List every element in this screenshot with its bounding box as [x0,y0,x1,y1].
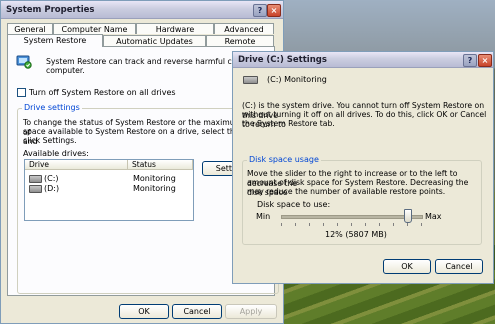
column-header-status[interactable]: Status [128,160,193,170]
tab-automatic-updates[interactable]: Automatic Updates [103,35,206,46]
tab-general[interactable]: General [7,23,53,34]
drive-icon [243,76,258,84]
drive-settings-dialog: Drive (C:) Settings ? × (C:) Monitoring … [232,51,494,284]
slider-tick [309,223,310,226]
max-label: Max [425,212,442,221]
drive-status: Monitoring [133,174,176,183]
drive-dialog-titlebar: Drive (C:) Settings ? × [233,52,493,68]
info-text-3: the System Restore tab. [242,119,335,128]
slider-value-label: 12% (5807 MB) [325,230,387,239]
drive-name: (D:) [44,184,60,193]
tab-advanced[interactable]: Advanced [214,23,274,34]
disk-space-label: Disk space to use: [257,200,331,209]
slider-track[interactable] [281,215,423,219]
slider-tick [407,223,408,226]
drives-list[interactable]: Drive Status (C:) Monitoring (D:) Monito… [24,159,194,221]
disk-space-usage-group: Disk space usage Move the slider to the … [242,155,482,245]
window-title: System Properties [6,5,95,15]
usage-text-3: may reduce the number of available resto… [247,187,446,196]
slider-tick [379,223,380,226]
cancel-button[interactable]: Cancel [435,259,483,274]
drive-status-label: (C:) Monitoring [267,75,327,84]
disk-usage-title: Disk space usage [247,155,321,164]
help-button[interactable]: ? [253,4,267,17]
tab-system-restore[interactable]: System Restore [7,34,103,47]
ok-button[interactable]: OK [119,304,169,319]
available-drives-label: Available drives: [23,149,89,158]
dialog-title: Drive (C:) Settings [238,55,327,65]
cancel-button[interactable]: Cancel [172,304,222,319]
help-button[interactable]: ? [463,54,477,67]
apply-button: Apply [225,304,277,319]
drive-settings-text-3: click Settings. [23,136,77,145]
tab-remote[interactable]: Remote [206,35,274,46]
column-header-drive[interactable]: Drive [25,160,128,170]
drive-name: (C:) [44,174,59,183]
slider-tick [337,223,338,226]
list-item[interactable]: (D:) Monitoring [27,184,191,193]
slider-tick [365,223,366,226]
drive-icon [29,185,42,193]
drive-icon [29,175,42,183]
drive-status: Monitoring [133,184,176,193]
ok-button[interactable]: OK [383,259,431,274]
intro-text-line2: computer. [46,66,85,75]
close-button[interactable]: × [267,4,281,17]
drive-settings-title: Drive settings [22,103,82,112]
tab-computer-name[interactable]: Computer Name [53,23,136,34]
min-label: Min [256,212,271,221]
system-restore-icon [16,55,32,69]
close-button[interactable]: × [478,54,492,67]
slider-tick [281,223,282,226]
slider-tick [421,223,422,226]
slider-thumb[interactable] [404,209,412,223]
system-properties-titlebar: System Properties ? × [1,1,283,19]
slider-tick [393,223,394,226]
slider-tick [351,223,352,226]
slider-tick [295,223,296,226]
list-item[interactable]: (C:) Monitoring [27,174,191,183]
tab-hardware[interactable]: Hardware [136,23,214,34]
slider-tick [323,223,324,226]
turn-off-checkbox[interactable] [17,88,26,97]
turn-off-label: Turn off System Restore on all drives [29,88,176,97]
